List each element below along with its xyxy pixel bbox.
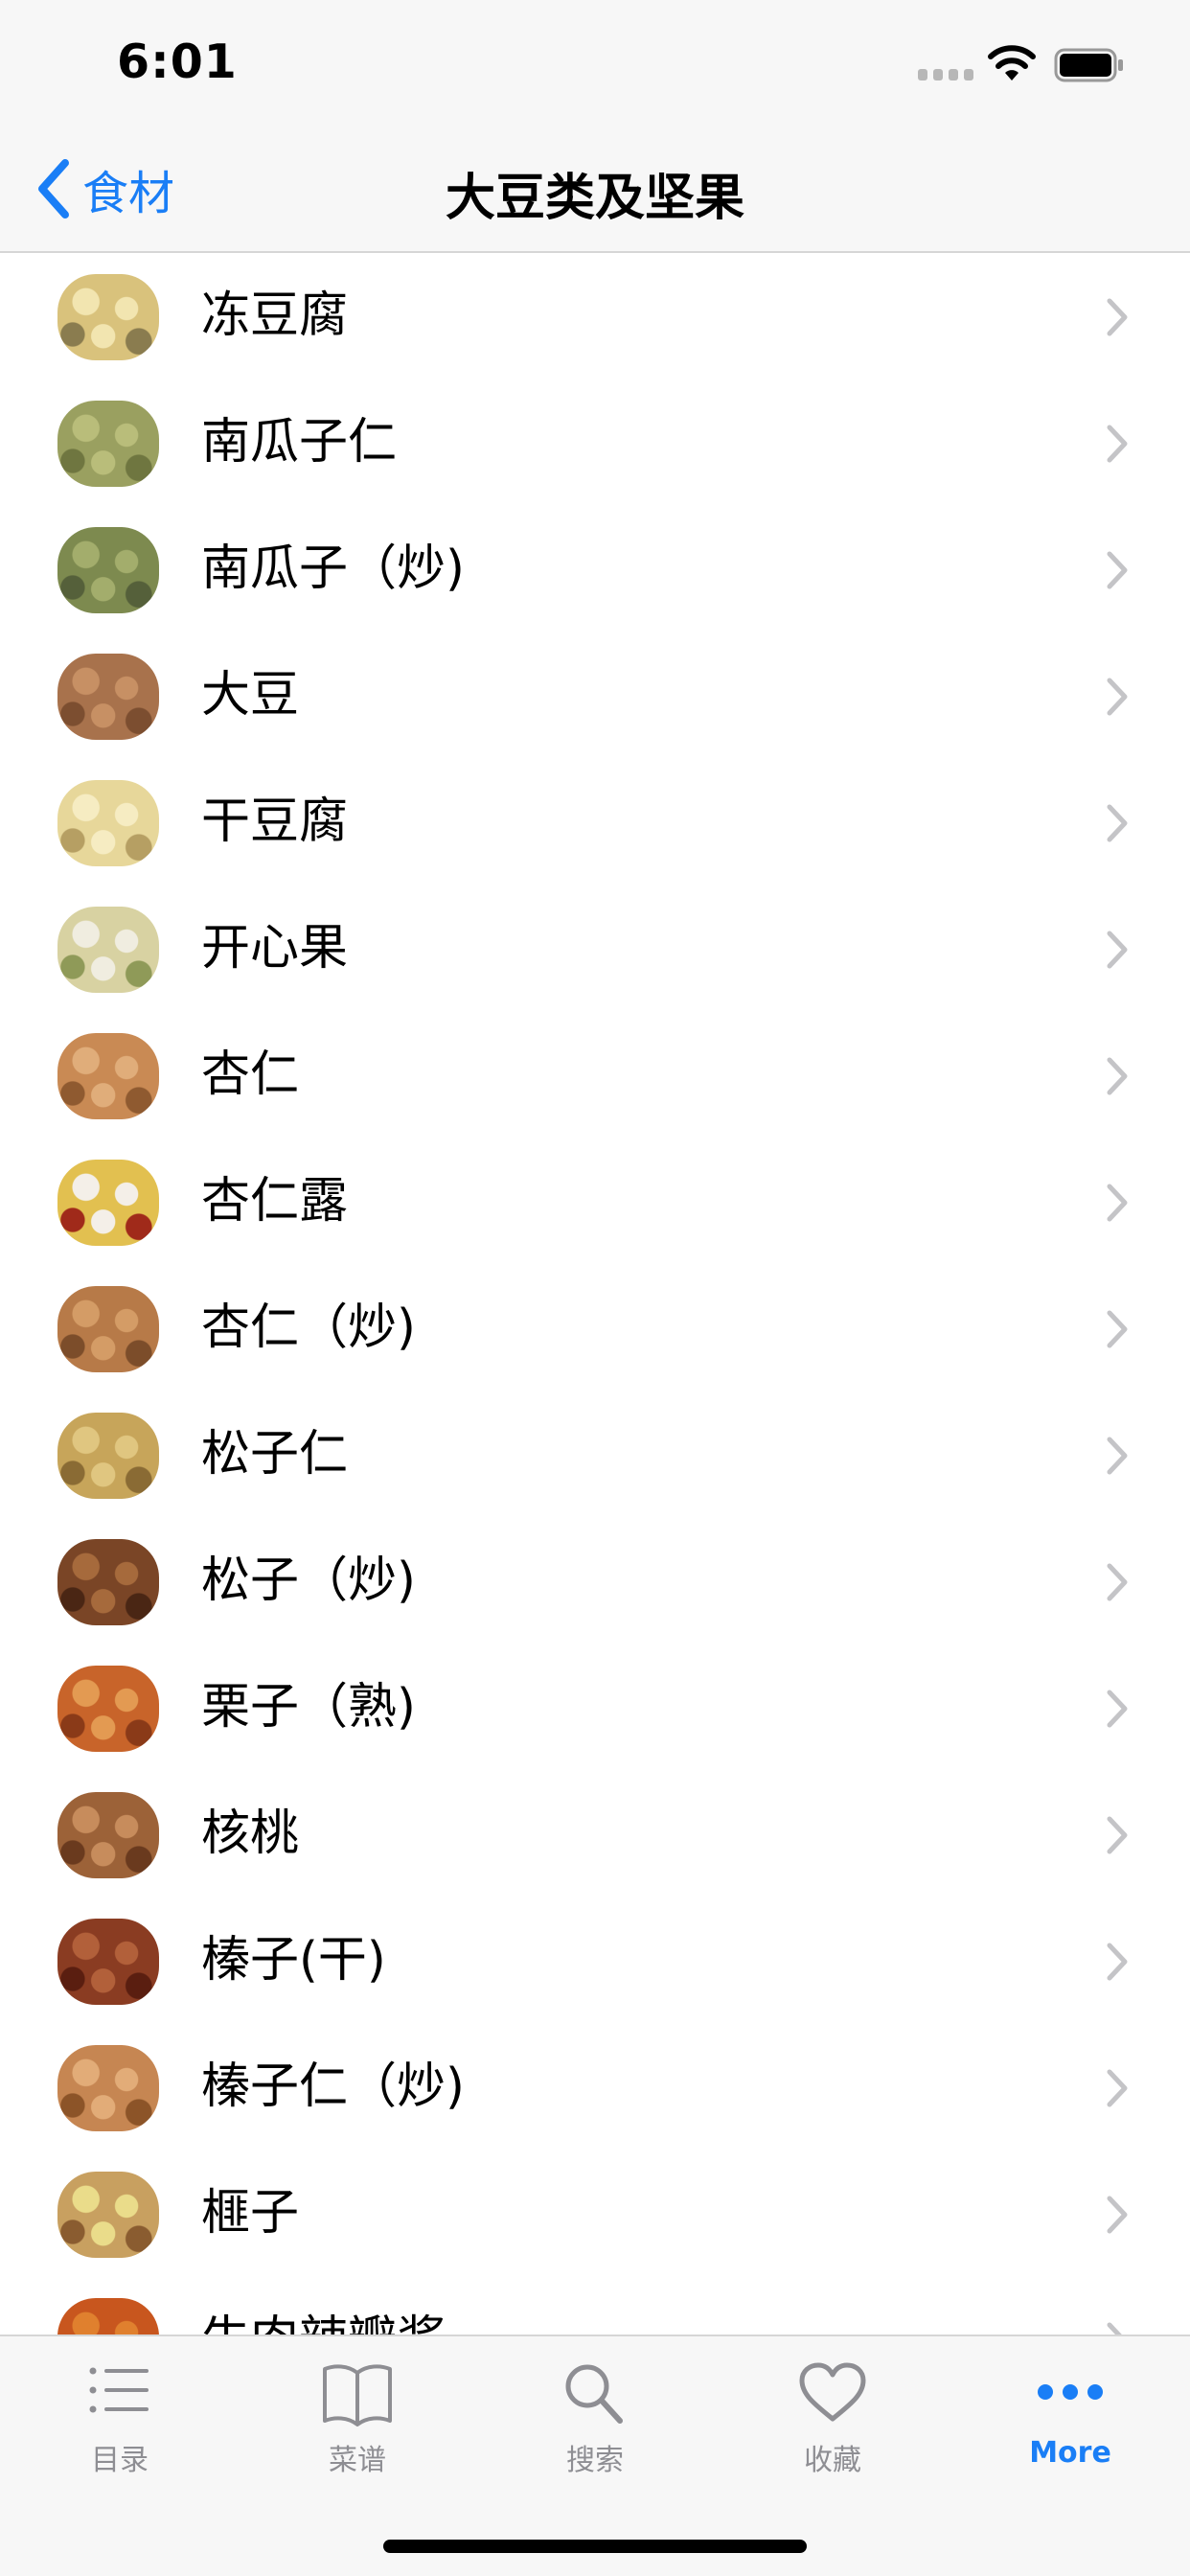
list-item-label: 开心果 [201,920,349,977]
more-icon [1038,2384,1103,2400]
food-thumbnail [57,907,159,993]
tab-more[interactable]: More [951,2336,1189,2490]
list-item-label: 杏仁露 [201,1173,349,1230]
navigation-bar: 食材 大豆类及坚果 [0,126,1190,253]
list-item[interactable]: 核桃 [0,1771,1190,1898]
status-bar: 6:01 [0,0,1190,126]
tab-label: More [1029,2436,1111,2470]
list-item-label: 牛肉辣瓣酱 [201,2312,446,2334]
list-item-label: 南瓜子（炒) [201,540,465,597]
chevron-right-icon [1107,1437,1128,1475]
list-item-label: 杏仁（炒) [201,1300,416,1356]
chevron-right-icon [1107,1057,1128,1095]
list-item[interactable]: 杏仁露 [0,1138,1190,1265]
list-item[interactable]: 开心果 [0,886,1190,1012]
list-item-label: 松子（炒) [201,1552,416,1609]
food-thumbnail [57,274,159,360]
list-item[interactable]: 栗子（熟) [0,1644,1190,1771]
food-thumbnail [57,527,159,613]
list-item-label: 榛子(干) [201,1932,386,1989]
tab-label: 搜索 [566,2444,624,2477]
list-item[interactable]: 松子（炒) [0,1518,1190,1644]
list-item[interactable]: 冻豆腐 [0,253,1190,380]
chevron-right-icon [1107,1184,1128,1222]
chevron-right-icon [1107,1690,1128,1728]
tab-label: 目录 [91,2444,149,2477]
list-item[interactable]: 杏仁 [0,1012,1190,1138]
battery-icon [1054,48,1123,82]
tab-list[interactable]: 目录 [1,2336,239,2490]
list-item[interactable]: 榛子(干) [0,1898,1190,2024]
chevron-right-icon [1107,1943,1128,1981]
status-time: 6:01 [117,34,238,89]
list-icon [89,2367,149,2413]
tab-heart[interactable]: 收藏 [714,2336,951,2490]
food-thumbnail [57,780,159,866]
chevron-right-icon [1107,1816,1128,1854]
list-item[interactable]: 杏仁（炒) [0,1265,1190,1392]
food-thumbnail [57,1033,159,1119]
chevron-right-icon [1107,1310,1128,1348]
chevron-right-icon [1107,2069,1128,2107]
list-item-label: 榧子 [201,2185,300,2242]
food-thumbnail [57,1413,159,1499]
food-thumbnail [57,1919,159,2005]
food-thumbnail [57,1286,159,1372]
wifi-icon [988,45,1036,80]
list-item-label: 栗子（熟) [201,1679,416,1736]
chevron-right-icon [1107,2322,1122,2334]
food-thumbnail [57,2172,159,2258]
chevron-right-icon [1107,2196,1128,2234]
search-icon [565,2364,623,2424]
list-item-label: 南瓜子仁 [201,414,398,471]
list-item-label: 榛子仁（炒) [201,2058,465,2115]
cellular-signal-icon [918,69,973,80]
list-item-label: 干豆腐 [201,794,349,850]
list-item-label: 冻豆腐 [201,288,349,344]
home-indicator [383,2540,807,2553]
food-list: 冻豆腐南瓜子仁南瓜子（炒) 大豆干豆腐开心果杏仁杏仁露杏仁（炒) 松子仁松子（炒) 栗… [0,253,1190,2334]
book-icon [323,2364,392,2426]
list-item[interactable]: 松子仁 [0,1392,1190,1518]
chevron-right-icon [1107,298,1128,336]
list-item[interactable]: 南瓜子（炒) [0,506,1190,632]
list-item[interactable]: 榧子 [0,2150,1190,2277]
food-thumbnail [57,654,159,740]
chevron-right-icon [1107,425,1128,463]
food-thumbnail [57,2298,159,2334]
food-thumbnail [57,1539,159,1625]
chevron-right-icon [1107,551,1128,589]
chevron-right-icon [1107,804,1128,842]
food-thumbnail [57,1666,159,1752]
food-thumbnail [57,1792,159,1878]
tab-book[interactable]: 菜谱 [239,2336,476,2490]
list-item[interactable]: 榛子仁（炒) [0,2024,1190,2150]
list-item[interactable]: 牛肉辣瓣酱 [0,2277,1190,2334]
food-thumbnail [57,401,159,487]
heart-icon [799,2362,866,2422]
list-item[interactable]: 南瓜子仁 [0,380,1190,506]
list-item[interactable]: 干豆腐 [0,759,1190,886]
tab-label: 收藏 [804,2444,861,2477]
tab-search[interactable]: 搜索 [476,2336,714,2490]
list-item[interactable]: 大豆 [0,632,1190,759]
list-item-label: 核桃 [201,1806,300,1862]
chevron-right-icon [1107,1563,1128,1601]
page-title: 大豆类及坚果 [445,170,744,227]
chevron-right-icon [1107,678,1128,716]
food-thumbnail [57,2045,159,2131]
chevron-right-icon [1107,931,1128,969]
list-item-label: 松子仁 [201,1426,349,1483]
food-thumbnail [57,1160,159,1246]
list-item-label: 杏仁 [201,1046,300,1103]
tab-label: 菜谱 [329,2444,386,2477]
list-item-label: 大豆 [201,667,300,724]
